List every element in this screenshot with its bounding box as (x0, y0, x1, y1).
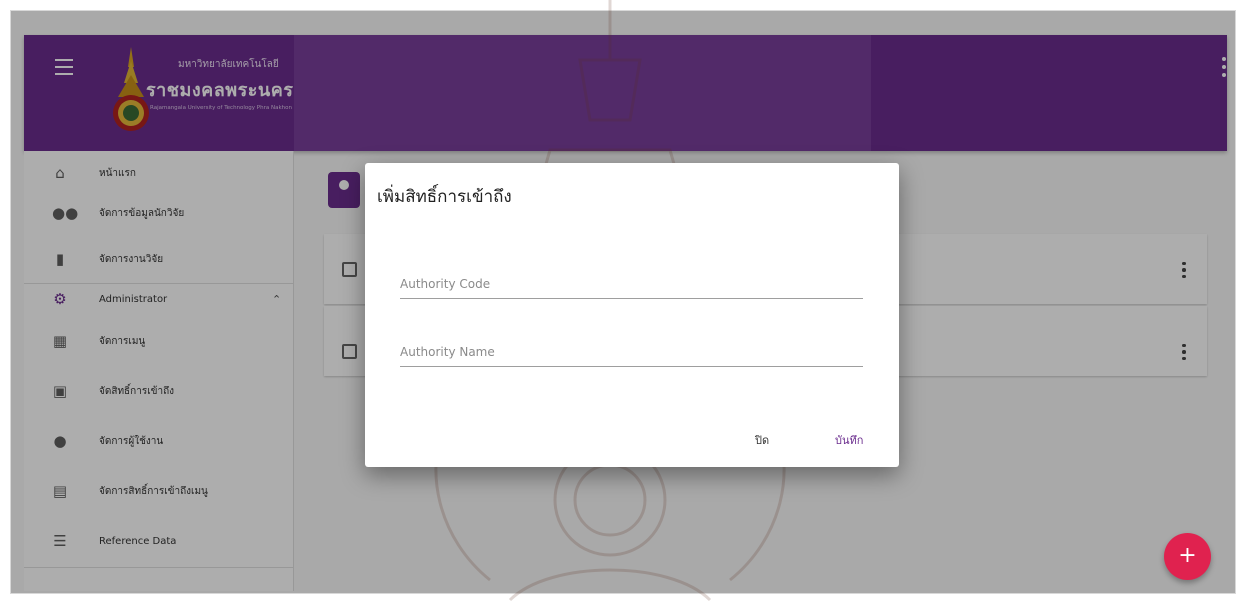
dialog-title: เพิ่มสิทธิ์การเข้าถึง (377, 187, 512, 207)
save-button[interactable]: บันทึก (835, 431, 863, 449)
authority-name-field[interactable] (400, 337, 863, 367)
authority-code-field[interactable] (400, 269, 863, 299)
add-access-dialog: เพิ่มสิทธิ์การเข้าถึง ปิด บันทึก (365, 163, 899, 467)
close-button[interactable]: ปิด (755, 431, 769, 449)
add-fab-button[interactable]: + (1164, 533, 1211, 580)
